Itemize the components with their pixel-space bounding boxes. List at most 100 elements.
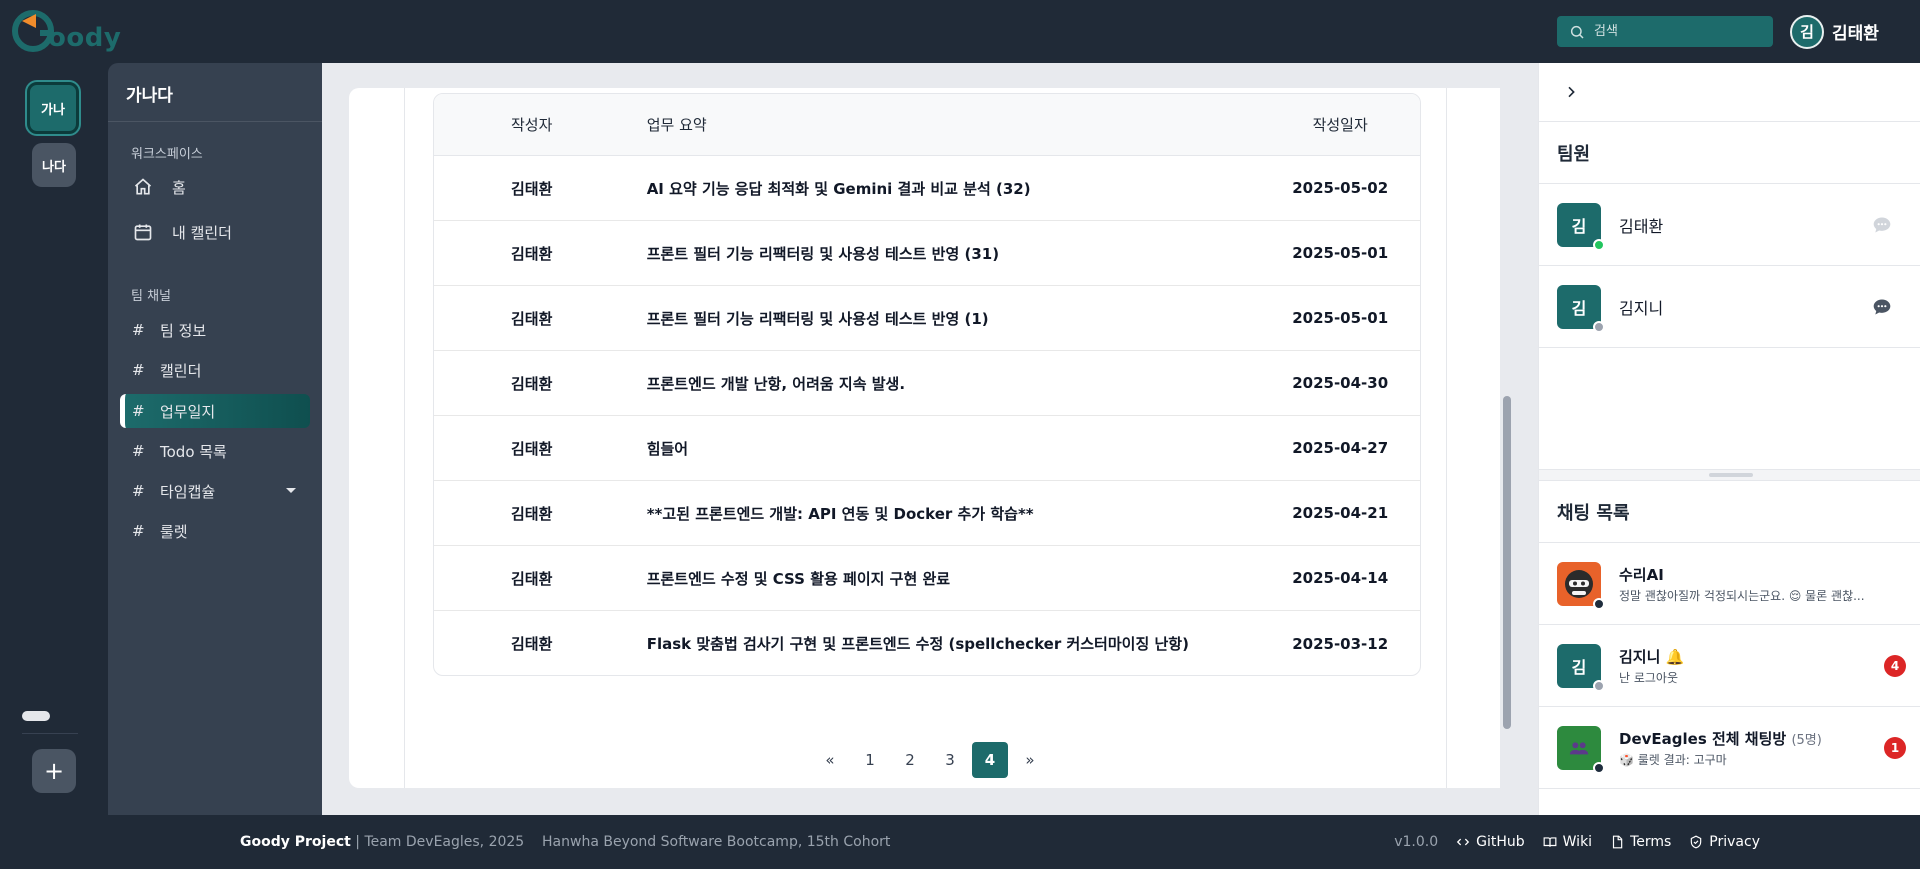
search-box[interactable] bbox=[1557, 16, 1773, 47]
author-cell: 김태환 bbox=[511, 504, 553, 523]
chat-list-title: 채팅 목록 bbox=[1557, 502, 1630, 524]
sidebar-item-home[interactable]: 홈 bbox=[122, 170, 308, 204]
member-item[interactable]: 김 김태환 bbox=[1539, 184, 1920, 266]
channel-todo[interactable]: # Todo 목록 bbox=[120, 434, 310, 468]
author-cell: 김태환 bbox=[511, 179, 553, 198]
github-link[interactable]: GitHub bbox=[1456, 834, 1525, 850]
hash-icon: # bbox=[132, 482, 145, 500]
channel-calendar[interactable]: # 캘린더 bbox=[120, 353, 310, 387]
author-cell: 김태환 bbox=[511, 374, 553, 393]
footer-brand: Goody Project bbox=[240, 834, 351, 850]
summary-cell: 힘들어 bbox=[646, 439, 689, 458]
table-header: 작성자 업무 요약 작성일자 bbox=[434, 94, 1420, 156]
channel-timecapsule[interactable]: # 타임캡슐 bbox=[120, 474, 310, 508]
summary-cell: 프론트 필터 기능 리팩터링 및 사용성 테스트 반영 (31) bbox=[646, 244, 1000, 263]
summary-cell: 프론트엔드 수정 및 CSS 활용 페이지 구현 완료 bbox=[646, 569, 951, 588]
page-button[interactable]: 1 bbox=[852, 742, 888, 778]
chat-item[interactable]: 김 김지니 🔔 난 로그아웃 4 bbox=[1539, 625, 1920, 707]
panel-toolbar bbox=[1539, 63, 1920, 122]
column-header-author: 작성자 bbox=[511, 116, 553, 134]
channel-worklog[interactable]: # 업무일지 bbox=[120, 394, 310, 428]
search-icon bbox=[1570, 25, 1584, 39]
chat-preview: 🎲 룰렛 결과: 고구마 bbox=[1619, 752, 1727, 767]
user-menu[interactable]: 김 김태환 bbox=[1790, 14, 1879, 49]
scrollbar-thumb[interactable] bbox=[1503, 396, 1511, 729]
footer-course: Hanwha Beyond Software Bootcamp, 15th Co… bbox=[542, 834, 891, 850]
chevron-down-icon[interactable] bbox=[286, 488, 296, 493]
table-row[interactable]: 김태환 힘들어 2025-04-27 bbox=[434, 416, 1420, 481]
channel-label: 룰렛 bbox=[160, 522, 188, 541]
chat-preview: 정말 괜찮아질까 걱정되시는군요. 😌 물론 괜찮... bbox=[1619, 588, 1865, 603]
date-cell: 2025-04-30 bbox=[1292, 374, 1389, 392]
chat-name: 김지니 🔔 bbox=[1619, 647, 1685, 666]
chat-item[interactable]: 수리AI 정말 괜찮아질까 걱정되시는군요. 😌 물론 괜찮... bbox=[1539, 543, 1920, 625]
author-cell: 김태환 bbox=[511, 439, 553, 458]
table-row[interactable]: 김태환 프론트 필터 기능 리팩터링 및 사용성 테스트 반영 (31) 2025-… bbox=[434, 221, 1420, 286]
divider bbox=[108, 121, 322, 122]
table-row[interactable]: 김태환 프론트 필터 기능 리팩터링 및 사용성 테스트 반영 (1) 2025-0… bbox=[434, 286, 1420, 351]
workspace-button[interactable]: 나다 bbox=[32, 143, 76, 187]
sidebar-item-calendar[interactable]: 내 캘린더 bbox=[122, 215, 308, 249]
link-label: Wiki bbox=[1562, 834, 1593, 850]
table-row[interactable]: 김태환 **고된 프론트엔드 개발: API 연동 및 Docker 추가 학습*… bbox=[434, 481, 1420, 546]
search-input[interactable] bbox=[1594, 24, 1764, 39]
add-workspace-button[interactable]: + bbox=[32, 749, 76, 793]
book-icon bbox=[1543, 837, 1557, 847]
workspace-button-active[interactable]: 가나 bbox=[27, 82, 79, 134]
panel-resize-handle[interactable] bbox=[1539, 469, 1920, 481]
channel-label: 캘린더 bbox=[160, 361, 202, 380]
worklog-table: 작성자 업무 요약 작성일자 김태환 AI 요약 기능 응답 최적화 및 Gemi… bbox=[433, 93, 1421, 676]
status-offline-indicator bbox=[1593, 679, 1605, 692]
terms-link[interactable]: Terms bbox=[1610, 834, 1671, 850]
sidebar-item-label: 내 캘린더 bbox=[172, 223, 232, 242]
footer-links: v1.0.0 GitHub Wiki Terms Privacy bbox=[1394, 834, 1760, 850]
page-button[interactable]: 3 bbox=[932, 742, 968, 778]
chat-bubble-icon[interactable] bbox=[1872, 297, 1892, 317]
hash-icon: # bbox=[132, 442, 145, 460]
pagination-next[interactable]: » bbox=[1012, 742, 1048, 778]
hash-icon: # bbox=[132, 321, 145, 339]
table-row[interactable]: 김태환 프론트엔드 수정 및 CSS 활용 페이지 구현 완료 2025-04-14 bbox=[434, 546, 1420, 611]
chevron-right-icon[interactable] bbox=[1563, 84, 1579, 100]
link-label: Privacy bbox=[1709, 834, 1760, 850]
chat-name: DevEagles 전체 채팅방 (5명) bbox=[1619, 728, 1822, 749]
channel-label: 타임캡슐 bbox=[160, 482, 216, 501]
avatar-initial: 김 bbox=[1571, 216, 1587, 236]
summary-cell: **고된 프론트엔드 개발: API 연동 및 Docker 추가 학습** bbox=[646, 504, 1034, 523]
author-cell: 김태환 bbox=[511, 244, 553, 263]
date-cell: 2025-05-01 bbox=[1292, 244, 1389, 262]
table-row[interactable]: 김태환 프론트엔드 개발 난항, 어려움 지속 발생. 2025-04-30 bbox=[434, 351, 1420, 416]
goody-logo[interactable]: oody bbox=[12, 6, 121, 56]
table-body: 김태환 AI 요약 기능 응답 최적화 및 Gemini 결과 비교 분석 (32… bbox=[434, 156, 1420, 675]
scrollbar[interactable] bbox=[1500, 63, 1514, 815]
pagination-prev[interactable]: « bbox=[812, 742, 848, 778]
channel-team-info[interactable]: # 팀 정보 bbox=[120, 313, 310, 347]
footer-team: | Team DevEagles, 2025 bbox=[350, 834, 525, 850]
member-item[interactable]: 김 김지니 bbox=[1539, 266, 1920, 348]
wiki-link[interactable]: Wiki bbox=[1543, 834, 1592, 850]
privacy-link[interactable]: Privacy bbox=[1689, 834, 1760, 850]
worklog-card: 작성자 업무 요약 작성일자 김태환 AI 요약 기능 응답 최적화 및 Gemi… bbox=[349, 88, 1511, 788]
workspace-rail: 가나 나다 + bbox=[0, 63, 108, 815]
member-name: 김지니 bbox=[1619, 298, 1664, 318]
channel-sidebar: 가나다 워크스페이스 홈 내 캘린더 팀 채널 # 팀 정보 # 캘린더 # 업… bbox=[108, 63, 322, 815]
home-icon bbox=[132, 176, 154, 198]
workspace-section-label: 워크스페이스 bbox=[131, 147, 203, 162]
workspace-title: 가나다 bbox=[126, 86, 173, 106]
chat-item[interactable]: DevEagles 전체 채팅방 (5명) 🎲 룰렛 결과: 고구마 1 bbox=[1539, 707, 1920, 789]
members-title: 팀원 bbox=[1557, 143, 1591, 165]
version-label: v1.0.0 bbox=[1394, 834, 1439, 850]
worklog-container: 작성자 업무 요약 작성일자 김태환 AI 요약 기능 응답 최적화 및 Gemi… bbox=[404, 88, 1447, 788]
resize-grip[interactable] bbox=[1709, 473, 1753, 477]
hash-icon: # bbox=[132, 402, 145, 420]
page-button-current[interactable]: 4 bbox=[972, 742, 1008, 778]
author-cell: 김태환 bbox=[511, 569, 553, 588]
user-avatar: 김 bbox=[1790, 14, 1824, 49]
summary-cell: AI 요약 기능 응답 최적화 및 Gemini 결과 비교 분석 (32) bbox=[646, 179, 1031, 198]
channel-roulette[interactable]: # 룰렛 bbox=[120, 514, 310, 548]
main-content: 작성자 업무 요약 작성일자 김태환 AI 요약 기능 응답 최적화 및 Gemi… bbox=[322, 63, 1538, 815]
table-row[interactable]: 김태환 Flask 맞춤법 검사기 구현 및 프론트엔드 수정 (spellche… bbox=[434, 611, 1420, 675]
page-button[interactable]: 2 bbox=[892, 742, 928, 778]
chat-bubble-icon[interactable] bbox=[1872, 215, 1892, 235]
table-row[interactable]: 김태환 AI 요약 기능 응답 최적화 및 Gemini 결과 비교 분석 (32… bbox=[434, 156, 1420, 221]
